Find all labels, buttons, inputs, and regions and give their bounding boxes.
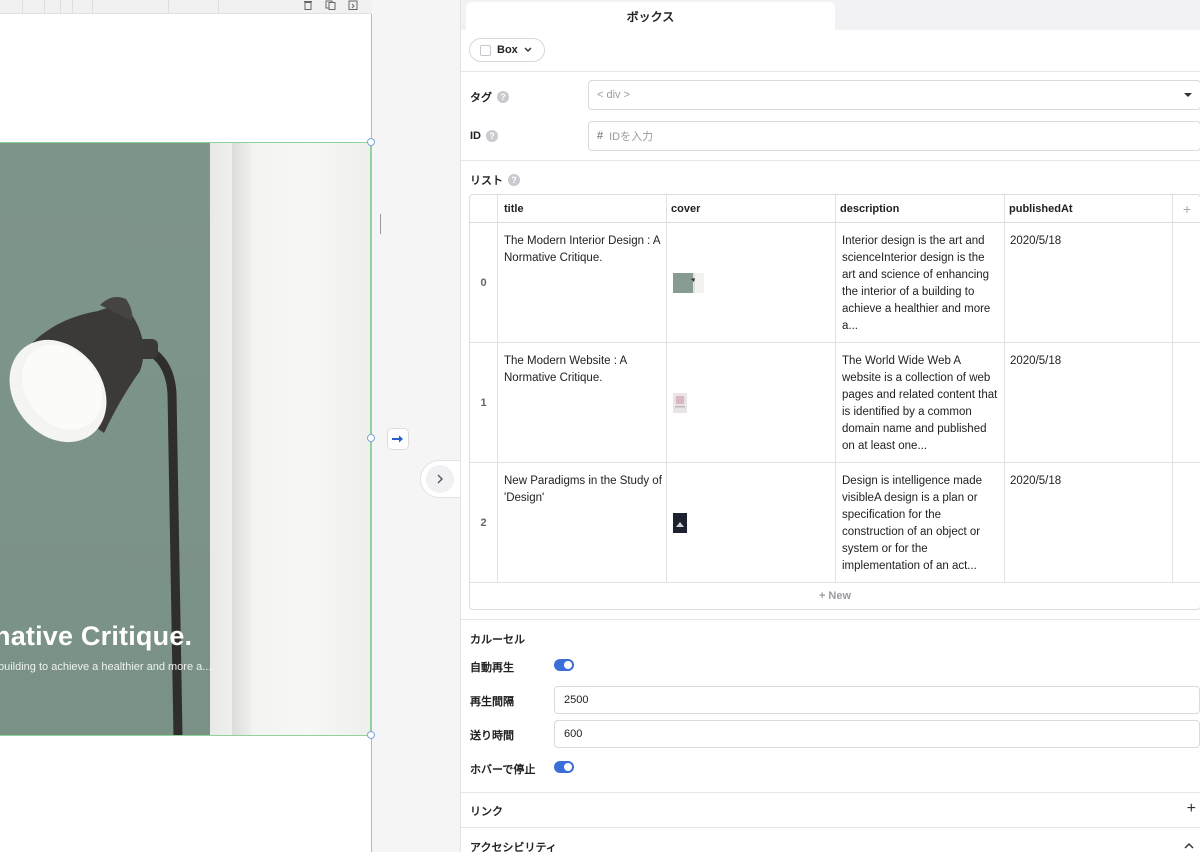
cell-description[interactable]: The World Wide Web A website is a collec…: [842, 353, 1000, 455]
ruler-tick: [218, 0, 219, 14]
interval-label: 再生間隔: [470, 696, 514, 708]
caret-down-icon: [1184, 93, 1192, 97]
help-icon[interactable]: ?: [508, 174, 520, 186]
add-column-button[interactable]: +: [1172, 195, 1200, 223]
ruler-tick: [44, 0, 45, 14]
table-row[interactable]: 1 The Modern Website : A Normative Criti…: [470, 343, 1200, 463]
trash-icon[interactable]: [302, 0, 314, 10]
add-link-button[interactable]: +: [1187, 800, 1196, 818]
text-cursor: [380, 214, 381, 234]
carousel-section-title: カルーセル: [470, 634, 525, 646]
box-icon: [480, 44, 491, 56]
tag-select[interactable]: < div >: [588, 80, 1200, 110]
cover-thumbnail[interactable]: [673, 273, 704, 293]
panel-collapse-button[interactable]: [420, 460, 460, 498]
divider: [461, 160, 1200, 161]
interval-input[interactable]: 2500: [554, 686, 1200, 714]
column-header-description[interactable]: description: [834, 195, 899, 223]
divider: [461, 792, 1200, 793]
table-row[interactable]: 0 The Modern Interior Design : A Normati…: [470, 223, 1200, 343]
resize-handle-right[interactable]: [367, 434, 375, 442]
ruler-tick: [92, 0, 93, 14]
hash-icon: #: [597, 130, 604, 142]
tag-label-text: タグ: [470, 92, 492, 104]
cell-published-at[interactable]: 2020/5/18: [1010, 233, 1160, 250]
cover-thumbnail[interactable]: [673, 513, 687, 533]
ruler-tick: [60, 0, 61, 14]
copy-icon[interactable]: [325, 0, 337, 10]
list-label: リスト ?: [470, 172, 520, 188]
column-header-title[interactable]: title: [498, 195, 524, 223]
speed-input[interactable]: 600: [554, 720, 1200, 748]
column-header-cover[interactable]: cover: [665, 195, 700, 223]
add-row-button[interactable]: + New: [470, 583, 1200, 609]
row-index: 0: [480, 277, 487, 289]
ruler-tick: [22, 0, 23, 14]
tab-box[interactable]: ボックス: [466, 2, 835, 30]
carousel-hero-slide[interactable]: native Critique. building to achieve a h…: [0, 142, 371, 736]
autoplay-label: 自動再生: [470, 662, 514, 674]
paste-icon[interactable]: [347, 0, 359, 10]
autoplay-toggle[interactable]: [554, 659, 574, 671]
hero-title: native Critique.: [0, 621, 193, 651]
canvas-toolbar: [0, 0, 372, 14]
inspector-panel: ボックス Box タグ ? < div > ID ? # IDを入力 リスト ?…: [460, 0, 1200, 852]
cell-description[interactable]: Design is intelligence made visibleA des…: [842, 473, 1000, 575]
chevron-up-icon[interactable]: [1184, 842, 1194, 849]
accessibility-section-title[interactable]: アクセシビリティ: [470, 839, 557, 852]
cell-title[interactable]: New Paradigms in the Study of 'Design': [504, 473, 662, 507]
help-icon[interactable]: ?: [497, 91, 509, 103]
row-index: 1: [480, 397, 487, 409]
id-placeholder: IDを入力: [609, 131, 654, 143]
chevron-down-icon: [524, 47, 532, 52]
ruler-tick: [72, 0, 73, 14]
resize-handle-bottom-right[interactable]: [367, 731, 375, 739]
id-input[interactable]: # IDを入力: [588, 121, 1200, 151]
column-header-published-at[interactable]: publishedAt: [1003, 195, 1073, 223]
help-icon[interactable]: ?: [486, 130, 498, 142]
speed-label: 送り時間: [470, 730, 514, 742]
arrow-right-icon: [392, 435, 403, 443]
list-table: title cover description publishedAt + 0 …: [469, 194, 1200, 610]
table-row[interactable]: 2 New Paradigms in the Study of 'Design'…: [470, 463, 1200, 583]
cell-title[interactable]: The Modern Website : A Normative Critiqu…: [504, 353, 662, 387]
resize-handle-top-right[interactable]: [367, 138, 375, 146]
id-label-text: ID: [470, 130, 481, 142]
divider: [461, 619, 1200, 620]
ruler-tick: [168, 0, 169, 14]
tag-label: タグ ?: [470, 89, 509, 105]
divider: [461, 71, 1200, 72]
cell-published-at[interactable]: 2020/5/18: [1010, 473, 1160, 490]
tag-select-value: < div >: [597, 89, 631, 101]
element-type-select[interactable]: Box: [469, 38, 545, 62]
chevron-right-icon: [437, 474, 443, 484]
next-slide-arrow-button[interactable]: [387, 428, 409, 450]
cell-description[interactable]: Interior design is the art and scienceIn…: [842, 233, 1000, 335]
element-type-label: Box: [497, 44, 518, 56]
panel-tabbar: ボックス: [461, 0, 1200, 30]
hero-subtitle: building to achieve a healthier and more…: [0, 661, 212, 673]
pause-on-hover-label: ホバーで停止: [470, 764, 536, 776]
cell-title[interactable]: The Modern Interior Design : A Normative…: [504, 233, 662, 267]
canvas-area[interactable]: native Critique. building to achieve a h…: [0, 0, 460, 852]
link-section-title[interactable]: リンク: [470, 803, 503, 819]
cell-published-at[interactable]: 2020/5/18: [1010, 353, 1160, 370]
cover-thumbnail[interactable]: [673, 393, 687, 413]
pause-on-hover-toggle[interactable]: [554, 761, 574, 773]
id-label: ID ?: [470, 130, 498, 142]
row-index: 2: [480, 517, 487, 529]
list-label-text: リスト: [470, 175, 503, 187]
divider: [461, 827, 1200, 828]
